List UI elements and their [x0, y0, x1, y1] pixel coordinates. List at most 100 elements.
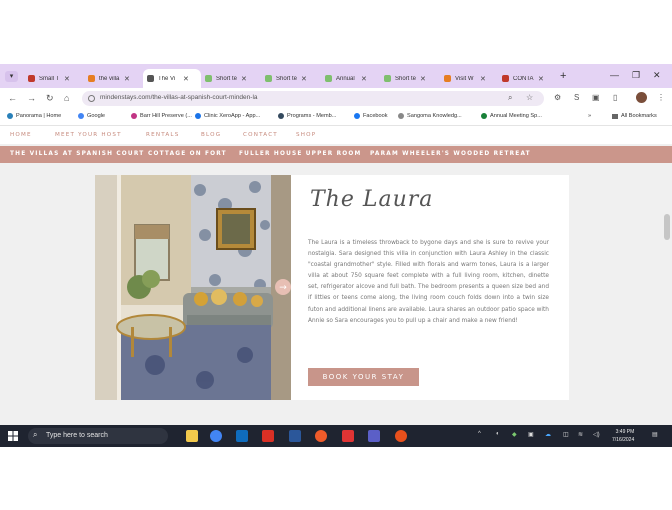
- app-icon-sun[interactable]: [395, 430, 407, 442]
- bookmark-label: Programs - Memb...: [287, 113, 337, 119]
- bookmark-favicon-icon: [481, 113, 487, 119]
- tray-icon-1[interactable]: ◐: [496, 431, 500, 437]
- site-nav-link[interactable]: MEET YOUR HOST: [55, 132, 122, 138]
- site-info-icon[interactable]: [88, 95, 95, 102]
- outlook-icon[interactable]: [236, 430, 248, 442]
- search-icon: ⌕: [33, 430, 38, 439]
- tray-chevron-icon[interactable]: ^: [478, 431, 481, 437]
- volume-icon[interactable]: ◁): [593, 431, 600, 438]
- taskbar-search[interactable]: ⌕ Type here to search: [28, 428, 168, 444]
- bookmark-item[interactable]: Google: [78, 113, 105, 119]
- browser-tab[interactable]: Short te ✕: [380, 69, 438, 88]
- bookmark-label: Sangoma Knowledg...: [407, 113, 462, 119]
- tab-close-icon[interactable]: ✕: [124, 75, 130, 83]
- tab-close-icon[interactable]: ✕: [64, 75, 70, 83]
- book-your-stay-button[interactable]: BOOK YOUR STAY: [308, 368, 419, 386]
- page-scrollbar[interactable]: [664, 214, 670, 240]
- tab-favicon-icon: [444, 75, 451, 82]
- browser-tab[interactable]: The Vi ✕: [143, 69, 201, 88]
- tab-close-icon[interactable]: ✕: [361, 75, 367, 83]
- bookmark-label: Barr Hill Preserve (...: [140, 113, 192, 119]
- tab-title: Visit W: [455, 75, 474, 82]
- side-panel-icon[interactable]: ▯: [613, 93, 617, 102]
- tab-title: The Vi: [158, 75, 176, 82]
- address-bar[interactable]: mindenstays.com/the-villas-at-spanish-co…: [82, 91, 544, 106]
- bookmarks-overflow-icon[interactable]: »: [588, 113, 591, 119]
- app-icon-orange[interactable]: [315, 430, 327, 442]
- browser-tab[interactable]: Annual ✕: [321, 69, 379, 88]
- bookmark-item[interactable]: Programs - Memb...: [278, 113, 336, 119]
- site-nav-link[interactable]: RENTALS: [146, 132, 179, 138]
- browser-tab[interactable]: CONTA ✕: [498, 69, 556, 88]
- villa-link[interactable]: THE VILLAS AT SPANISH COURT: [10, 151, 144, 157]
- site-nav-link[interactable]: BLOG: [201, 132, 221, 138]
- site-nav-link[interactable]: HOME: [10, 132, 32, 138]
- tab-favicon-icon: [384, 75, 391, 82]
- tab-close-icon[interactable]: ✕: [183, 75, 189, 83]
- bookmarks-bar: Panorama | Home Google Barr Hill Preserve …: [0, 109, 672, 126]
- acrobat-icon[interactable]: [262, 430, 274, 442]
- tab-close-icon[interactable]: ✕: [301, 75, 307, 83]
- home-icon[interactable]: ⌂: [64, 93, 69, 103]
- villa-link[interactable]: COTTAGE ON FORT: [148, 151, 227, 157]
- reload-icon[interactable]: ↻: [46, 93, 54, 104]
- browser-tab[interactable]: Short te ✕: [261, 69, 319, 88]
- tab-close-icon[interactable]: ✕: [538, 75, 544, 83]
- menu-kebab-icon[interactable]: ⋮: [657, 93, 665, 102]
- site-nav-link[interactable]: CONTACT: [243, 132, 278, 138]
- bookmark-item[interactable]: Panorama | Home: [7, 113, 61, 119]
- onedrive-icon[interactable]: ☁: [545, 431, 551, 438]
- all-bookmarks[interactable]: All Bookmarks: [612, 113, 657, 119]
- tab-title: Short te: [395, 75, 417, 82]
- extensions-puzzle-icon[interactable]: ▣: [592, 93, 600, 102]
- tab-search-icon[interactable]: ▾: [5, 71, 18, 82]
- bookmark-item[interactable]: Annual Meeting Sp...: [481, 113, 542, 119]
- wifi-icon[interactable]: ≋: [578, 431, 583, 438]
- browser-tab[interactable]: Visit W ✕: [440, 69, 498, 88]
- tab-favicon-icon: [325, 75, 332, 82]
- villa-link[interactable]: FULLER HOUSE UPPER ROOM: [239, 151, 361, 157]
- word-icon[interactable]: [289, 430, 301, 442]
- tab-favicon-icon: [502, 75, 509, 82]
- bookmark-item[interactable]: Sangoma Knowledg...: [398, 113, 462, 119]
- zoom-icon[interactable]: ⌕: [508, 93, 512, 103]
- back-icon[interactable]: ←: [8, 93, 17, 103]
- bookmark-favicon-icon: [7, 113, 13, 119]
- bookmark-favicon-icon: [78, 113, 84, 119]
- villa-link[interactable]: PARAM WHEELER'S WOODED RETREAT: [370, 151, 531, 157]
- site-nav-link[interactable]: SHOP: [296, 132, 316, 138]
- clock[interactable]: 3:49 PM 7/16/2024: [612, 428, 634, 444]
- bookmark-star-icon[interactable]: ☆: [526, 93, 533, 102]
- browser-tab[interactable]: the villa ✕: [84, 69, 142, 88]
- notification-icon[interactable]: ▤: [652, 431, 658, 438]
- browser-tab[interactable]: Small T ✕: [24, 69, 82, 88]
- tab-close-icon[interactable]: ✕: [480, 75, 486, 83]
- tray-icon-2[interactable]: ◆: [512, 431, 517, 438]
- extension-icon[interactable]: ⚙: [554, 93, 561, 102]
- search-placeholder: Type here to search: [46, 432, 108, 439]
- maximize-icon[interactable]: ❐: [632, 70, 640, 81]
- bookmark-favicon-icon: [398, 113, 404, 119]
- tab-close-icon[interactable]: ✕: [241, 75, 247, 83]
- all-bookmarks-label: All Bookmarks: [621, 113, 657, 119]
- network-icon[interactable]: ◫: [563, 431, 569, 438]
- tray-icon-3[interactable]: ▣: [528, 431, 534, 438]
- app-icon-red[interactable]: [342, 430, 354, 442]
- minimize-icon[interactable]: —: [610, 70, 619, 80]
- tab-title: Annual: [336, 75, 355, 82]
- teams-icon[interactable]: [368, 430, 380, 442]
- url-text: mindenstays.com/the-villas-at-spanish-co…: [100, 94, 258, 101]
- browser-tab[interactable]: Short te ✕: [201, 69, 259, 88]
- bookmark-item[interactable]: Barr Hill Preserve (...: [131, 113, 192, 119]
- windows-start-icon[interactable]: [8, 431, 18, 441]
- file-explorer-icon[interactable]: [186, 430, 198, 442]
- new-tab-button[interactable]: +: [560, 70, 566, 82]
- profile-avatar[interactable]: [636, 92, 647, 103]
- tab-close-icon[interactable]: ✕: [420, 75, 426, 83]
- forward-icon[interactable]: →: [27, 93, 36, 103]
- bookmark-item[interactable]: Clinic XeroApp - App...: [195, 113, 260, 119]
- s-extension-icon[interactable]: S: [574, 93, 579, 102]
- bookmark-item[interactable]: Facebook: [354, 113, 388, 119]
- chrome-icon[interactable]: [210, 430, 222, 442]
- close-window-icon[interactable]: ✕: [653, 70, 661, 81]
